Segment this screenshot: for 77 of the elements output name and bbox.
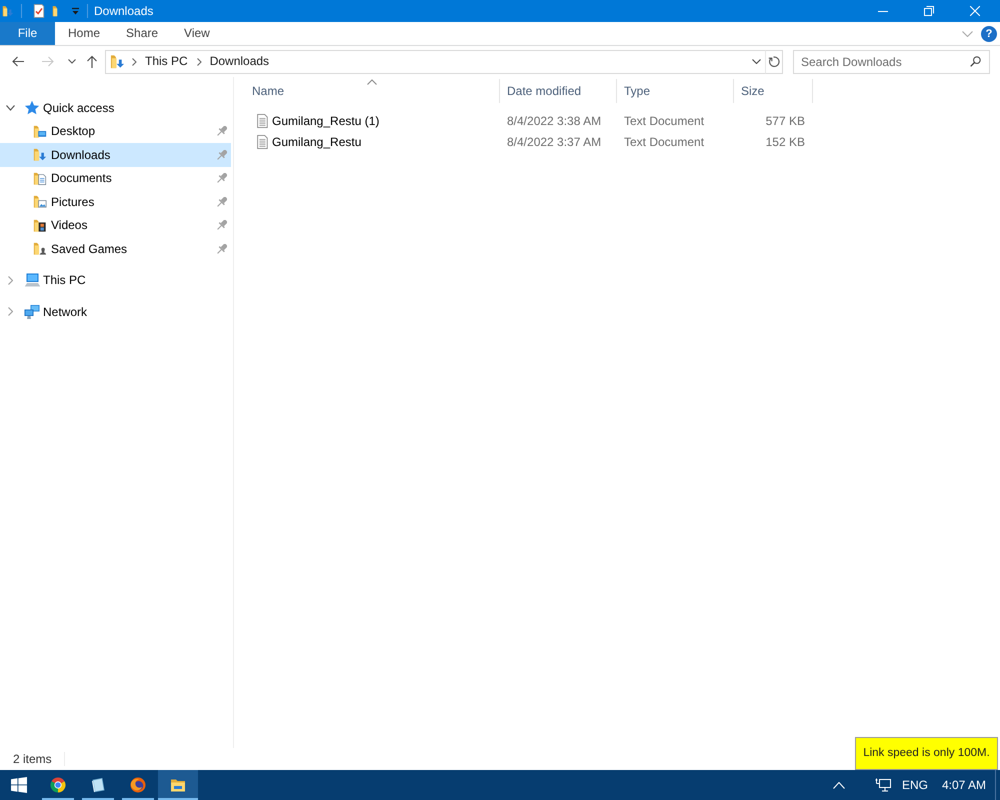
text-document-icon (256, 135, 268, 150)
close-icon[interactable] (970, 6, 980, 16)
dropdown-caret-icon[interactable] (72, 7, 79, 15)
file-size: 577 KB (764, 114, 806, 129)
ribbon-tab[interactable]: Home (55, 22, 114, 45)
text-document-icon (256, 114, 268, 128)
file-type: Text Document (623, 135, 706, 150)
up-arrow-icon[interactable] (86, 55, 98, 68)
pin-icon[interactable] (217, 220, 227, 230)
chevron-right-icon[interactable] (132, 58, 137, 66)
pin-icon[interactable] (217, 196, 227, 207)
item-count: 2 items (13, 752, 52, 766)
chevron-up-icon[interactable] (832, 782, 845, 788)
file-name[interactable]: Gumilang_Restu (1) (272, 114, 380, 129)
nav-item[interactable]: Downloads (0, 143, 231, 166)
file-type: Text Document (623, 114, 706, 129)
nav-item[interactable]: This PC (0, 268, 231, 292)
breadcrumb[interactable]: This PC (143, 54, 190, 69)
pictures-folder-icon (33, 194, 47, 210)
download-folder-icon[interactable] (2, 4, 14, 18)
column-header[interactable]: Size (734, 79, 813, 103)
nav-item[interactable]: Videos (0, 214, 231, 237)
column-header[interactable]: Name (245, 79, 500, 103)
pin-icon[interactable] (217, 173, 227, 184)
breadcrumb[interactable]: Downloads (208, 54, 272, 69)
search-icon[interactable] (970, 56, 981, 66)
clock[interactable]: 4:07 AM (942, 778, 986, 792)
browser-icon (50, 777, 66, 793)
nav-item[interactable]: Saved Games (0, 237, 231, 260)
chevron-right-icon[interactable] (8, 307, 12, 316)
videos-folder-icon (33, 218, 47, 233)
download-folder-icon (110, 54, 125, 69)
restore-icon[interactable] (924, 6, 934, 16)
network-icon (24, 304, 40, 320)
notification-tooltip: Link speed is only 100M. (855, 737, 998, 770)
refresh-icon (768, 56, 780, 68)
language-indicator[interactable]: ENG (902, 778, 928, 792)
browser-icon (130, 777, 146, 793)
desktop-folder-icon (33, 124, 47, 139)
chevron-down-icon[interactable] (68, 59, 76, 64)
window-title: Downloads (94, 4, 154, 18)
back-arrow-icon[interactable] (12, 56, 24, 67)
nav-item[interactable]: Desktop (0, 120, 231, 143)
chevron-down-icon[interactable] (752, 59, 761, 64)
nav-item[interactable]: Pictures (0, 190, 231, 214)
nav-item[interactable]: Documents (0, 166, 231, 190)
nav-item[interactable]: Network (0, 300, 231, 324)
download-folder-icon (33, 147, 47, 162)
file-name[interactable]: Gumilang_Restu (272, 135, 362, 150)
pawn-folder-icon (33, 241, 47, 256)
nav-item[interactable]: Quick access (0, 96, 231, 120)
date-modified: 8/4/2022 3:38 AM (506, 114, 602, 129)
date-modified: 8/4/2022 3:37 AM (506, 135, 602, 150)
chevron-down-icon[interactable] (6, 104, 14, 111)
taskbar-button[interactable] (158, 770, 198, 800)
network-icon[interactable] (874, 778, 891, 792)
column-header[interactable]: Type (617, 79, 734, 103)
help-button[interactable]: ? (981, 26, 997, 42)
pin-icon[interactable] (217, 244, 227, 254)
checked-document-icon[interactable] (33, 4, 45, 18)
ribbon-tab[interactable]: View (171, 22, 223, 45)
address-bar[interactable]: This PC Downloads (105, 50, 766, 74)
pin-icon[interactable] (217, 126, 227, 136)
chevron-right-icon[interactable] (196, 58, 202, 66)
computer-icon (24, 272, 40, 288)
file-menu-tab[interactable]: File (0, 22, 55, 45)
ribbon-tab[interactable]: Share (113, 22, 172, 45)
star-icon (24, 100, 40, 116)
search-field[interactable]: Search Downloads (793, 50, 990, 74)
refresh-button[interactable] (765, 50, 783, 74)
folder-icon (170, 777, 186, 793)
notepad-icon (90, 777, 106, 793)
documents-folder-icon (33, 170, 47, 186)
column-header[interactable]: Date modified (500, 79, 617, 103)
windows-logo-icon[interactable] (11, 777, 27, 793)
file-size: 152 KB (764, 135, 806, 150)
chevron-right-icon[interactable] (8, 276, 12, 285)
